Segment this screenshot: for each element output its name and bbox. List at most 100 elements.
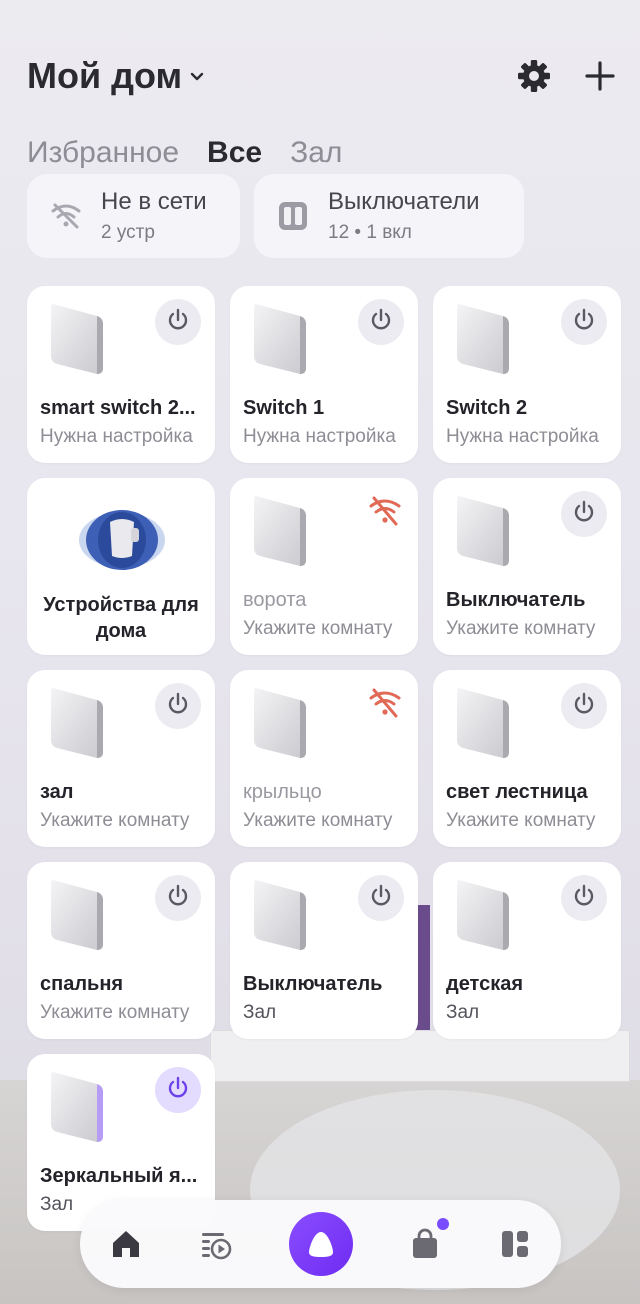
page-title: Мой дом bbox=[27, 55, 183, 96]
power-icon bbox=[165, 1075, 191, 1106]
device-card[interactable]: Выключатель Укажите комнату bbox=[433, 478, 621, 655]
switch-device-icon bbox=[453, 494, 513, 568]
power-button[interactable] bbox=[561, 491, 607, 537]
wifi-off-icon bbox=[51, 203, 81, 229]
device-name: детская bbox=[446, 973, 524, 995]
device-name: крыльцо bbox=[243, 781, 322, 803]
wifi-off-icon bbox=[368, 496, 402, 526]
power-button[interactable] bbox=[155, 1067, 201, 1113]
device-room: Нужна настройка bbox=[40, 426, 193, 447]
wifi-off-icon bbox=[368, 688, 402, 718]
power-icon bbox=[165, 691, 191, 722]
power-icon bbox=[571, 883, 597, 914]
power-button[interactable] bbox=[155, 683, 201, 729]
device-card[interactable]: Switch 1 Нужна настройка bbox=[230, 286, 418, 463]
device-room: Укажите комнату bbox=[40, 1002, 190, 1023]
device-name: smart switch 2... bbox=[40, 397, 196, 419]
device-card[interactable]: Устройства для дома bbox=[27, 478, 215, 655]
add-button[interactable] bbox=[582, 58, 618, 94]
home-icon bbox=[113, 1231, 139, 1257]
shop-badge bbox=[436, 1218, 449, 1230]
device-grid: smart switch 2... Нужна настройка Switch… bbox=[27, 286, 621, 1231]
nav-shop[interactable] bbox=[407, 1218, 449, 1262]
home-selector[interactable]: Мой дом bbox=[27, 55, 204, 97]
device-card[interactable]: свет лестница Укажите комнату bbox=[433, 670, 621, 847]
power-button[interactable] bbox=[358, 299, 404, 345]
device-card[interactable]: smart switch 2... Нужна настройка bbox=[27, 286, 215, 463]
nav-services[interactable] bbox=[497, 1226, 533, 1262]
bottom-nav bbox=[80, 1200, 561, 1288]
device-room: Укажите комнату bbox=[446, 618, 596, 639]
device-room: Нужна настройка bbox=[446, 426, 599, 447]
switch-device-icon bbox=[250, 302, 310, 376]
device-name: свет лестница bbox=[446, 781, 588, 803]
power-button[interactable] bbox=[561, 875, 607, 921]
device-name: Выключатель bbox=[243, 973, 383, 995]
switch-device-icon bbox=[47, 686, 107, 760]
device-room: Нужна настройка bbox=[243, 426, 396, 447]
power-icon bbox=[571, 307, 597, 338]
tab-hall[interactable]: Зал bbox=[290, 136, 342, 170]
switch-device-icon bbox=[47, 1070, 107, 1144]
device-name: Зеркальный я... bbox=[40, 1165, 198, 1187]
device-room: Укажите комнату bbox=[243, 618, 393, 639]
switch-device-icon bbox=[453, 878, 513, 952]
device-card[interactable]: ворота Укажите комнату bbox=[230, 478, 418, 655]
device-card[interactable]: детская Зал bbox=[433, 862, 621, 1039]
gear-icon bbox=[518, 60, 550, 92]
device-name: Switch 2 bbox=[446, 397, 528, 419]
device-name: Switch 1 bbox=[243, 397, 325, 419]
chip-offline-title: Не в сети bbox=[101, 188, 207, 215]
device-card[interactable]: зал Укажите комнату bbox=[27, 670, 215, 847]
alice-icon bbox=[308, 1232, 333, 1257]
device-room: Укажите комнату bbox=[446, 810, 596, 831]
device-room: Укажите комнату bbox=[243, 810, 393, 831]
alice-button[interactable] bbox=[288, 1212, 353, 1276]
power-button[interactable] bbox=[561, 299, 607, 345]
plus-icon bbox=[585, 61, 615, 91]
device-room: Зал bbox=[446, 1002, 480, 1023]
device-card[interactable]: Выключатель Зал bbox=[230, 862, 418, 1039]
power-button[interactable] bbox=[155, 299, 201, 345]
device-card[interactable]: Switch 2 Нужна настройка bbox=[433, 286, 621, 463]
switch-device-icon bbox=[47, 878, 107, 952]
device-name: Устройства для дома bbox=[43, 594, 199, 642]
switch-device-icon bbox=[453, 686, 513, 760]
switch-device-icon bbox=[453, 302, 513, 376]
power-button[interactable] bbox=[155, 875, 201, 921]
power-button[interactable] bbox=[358, 875, 404, 921]
power-icon bbox=[571, 691, 597, 722]
shop-icon bbox=[412, 1228, 437, 1258]
device-room: Зал bbox=[243, 1002, 277, 1023]
switch-device-icon bbox=[250, 494, 310, 568]
device-room: Укажите комнату bbox=[40, 810, 190, 831]
chip-switches-title: Выключатели bbox=[328, 188, 480, 215]
nav-media[interactable] bbox=[198, 1226, 234, 1262]
power-icon bbox=[165, 307, 191, 338]
nav-home[interactable] bbox=[108, 1226, 144, 1262]
device-card[interactable]: крыльцо Укажите комнату bbox=[230, 670, 418, 847]
device-name: Выключатель bbox=[446, 589, 586, 611]
tab-all[interactable]: Все bbox=[207, 136, 262, 170]
media-icon bbox=[202, 1233, 232, 1260]
device-name: зал bbox=[40, 781, 74, 803]
device-name: спальня bbox=[40, 973, 124, 995]
switch-device-icon bbox=[47, 302, 107, 376]
chip-offline[interactable]: Не в сети 2 устр bbox=[27, 174, 240, 258]
power-button[interactable] bbox=[561, 683, 607, 729]
switch-device-icon bbox=[250, 878, 310, 952]
home-devices-icon bbox=[77, 504, 167, 574]
power-icon bbox=[571, 499, 597, 530]
tabs: Избранное Все Зал bbox=[27, 136, 342, 170]
chip-switches[interactable]: Выключатели 12 • 1 вкл bbox=[254, 174, 524, 258]
tab-favorites[interactable]: Избранное bbox=[27, 136, 179, 170]
switch-device-icon bbox=[250, 686, 310, 760]
chevron-down-icon bbox=[190, 72, 204, 81]
settings-button[interactable] bbox=[516, 58, 552, 94]
switch-icon bbox=[279, 202, 307, 230]
chip-offline-subtitle: 2 устр bbox=[101, 222, 155, 243]
device-name: ворота bbox=[243, 589, 307, 611]
services-icon bbox=[502, 1231, 528, 1257]
device-card[interactable]: спальня Укажите комнату bbox=[27, 862, 215, 1039]
chip-switches-subtitle: 12 • 1 вкл bbox=[328, 222, 412, 243]
